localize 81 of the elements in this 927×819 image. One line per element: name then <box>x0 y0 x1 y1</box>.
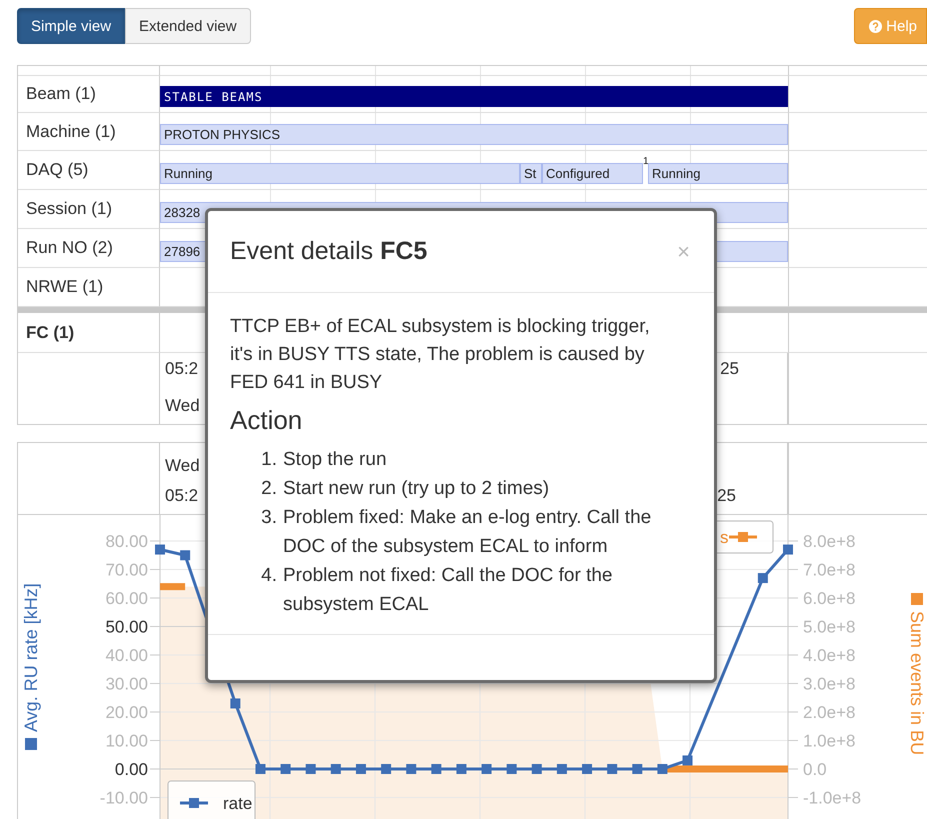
row-label: Machine (1) <box>18 113 160 151</box>
tick-label: 80.00 <box>105 532 148 551</box>
tick-label: 5.0e+8 <box>803 618 856 636</box>
tick-label: 4.0e+8 <box>803 646 856 665</box>
action-heading: Action <box>230 404 304 437</box>
step-number: 4. <box>260 564 277 588</box>
time-label: 25 <box>717 486 736 506</box>
tick-label: -10.00 <box>100 788 148 808</box>
step-number: 1. <box>260 448 277 472</box>
row-label: DAQ (5) <box>18 151 160 190</box>
tick-label: 10.00 <box>105 732 148 750</box>
tick-label: 40.00 <box>105 646 148 665</box>
data-point <box>556 764 567 774</box>
data-point <box>632 764 642 774</box>
marker-label: 1 <box>643 156 648 167</box>
state-bar: PROTON PHYSICS <box>160 124 788 145</box>
data-point <box>306 764 316 774</box>
tick-label: 50.00 <box>105 618 148 636</box>
data-point <box>506 764 517 774</box>
step-text: Problem not fixed: Call the DOC for the subsystem ECAL <box>283 564 614 617</box>
data-point <box>682 755 693 766</box>
data-point <box>532 764 542 774</box>
time-label: 05:2 <box>165 486 200 506</box>
beam-bar: STABLE BEAMS <box>160 86 788 107</box>
row-label: FC (1) <box>18 313 160 353</box>
tick-label: 6.0e+8 <box>803 589 856 608</box>
data-point <box>381 764 392 774</box>
tick-label: 7.0e+8 <box>803 560 856 580</box>
view-toggle-button[interactable]: Simple view <box>17 8 126 44</box>
state-bar: Running <box>160 163 520 184</box>
data-point <box>456 764 466 774</box>
state-bar: Running <box>648 163 788 184</box>
row-label: Session (1) <box>18 190 160 229</box>
row-label: Run NO (2) <box>18 229 160 268</box>
tick-label: 3.0e+8 <box>803 674 856 694</box>
data-point <box>356 764 366 774</box>
time-label: 05:2 <box>165 359 200 379</box>
step-text: Start new run (try up to 2 times) <box>283 477 550 501</box>
view-toggle-button[interactable]: Extended view <box>125 8 251 44</box>
tick-label: 20.00 <box>105 703 148 722</box>
data-point <box>582 764 592 774</box>
legend-label: rate <box>223 794 252 813</box>
time-label: Wed <box>165 396 200 416</box>
state-bar: St <box>520 163 542 184</box>
legend-square-icon <box>911 593 923 605</box>
time-label: Wed <box>165 456 200 476</box>
tick-label: 70.00 <box>105 560 148 580</box>
step-number: 2. <box>260 477 277 501</box>
data-point <box>180 550 190 560</box>
tick-label: 2.0e+8 <box>803 703 856 722</box>
state-bar: Configured <box>542 163 643 184</box>
event-description: TTCP EB+ of ECAL subsystem is blocking trigger, it's in BUSY TTS state, The problem is caused by FED 641 in BUSY <box>230 315 651 395</box>
time-label: 25 <box>720 359 739 379</box>
data-point <box>255 764 266 774</box>
step-text: Problem fixed: Make an e-log entry. Call the DOC of the subsystem ECAL to inform <box>283 506 652 559</box>
tick-label: 1.0e+8 <box>803 732 856 750</box>
tick-label: 0.00 <box>114 760 148 779</box>
tick-label: -1.0e+8 <box>803 788 862 808</box>
step-text: Stop the run <box>283 448 388 472</box>
step-number: 3. <box>260 506 277 530</box>
data-point <box>330 764 341 774</box>
tick-label: 60.00 <box>105 589 148 608</box>
data-point <box>482 764 492 774</box>
data-point <box>155 544 165 555</box>
data-point <box>657 764 668 774</box>
data-point <box>607 764 618 774</box>
axis-label: Sum events in BU <box>907 611 927 756</box>
data-point <box>758 573 768 584</box>
tick-label: 30.00 <box>105 674 148 694</box>
tick-label: 8.0e+8 <box>803 532 856 551</box>
axis-label: Avg. RU rate [kHz] <box>21 583 41 732</box>
legend-marker-icon <box>180 798 208 808</box>
legend-square-icon <box>25 738 37 750</box>
data-point <box>431 764 442 774</box>
help-icon <box>869 20 882 32</box>
data-point <box>280 764 291 774</box>
legend-label: s <box>720 528 728 547</box>
tick-label: 0.0 <box>803 760 827 779</box>
data-point <box>406 764 416 774</box>
data-point <box>783 544 793 555</box>
legend-marker-icon <box>729 532 757 542</box>
